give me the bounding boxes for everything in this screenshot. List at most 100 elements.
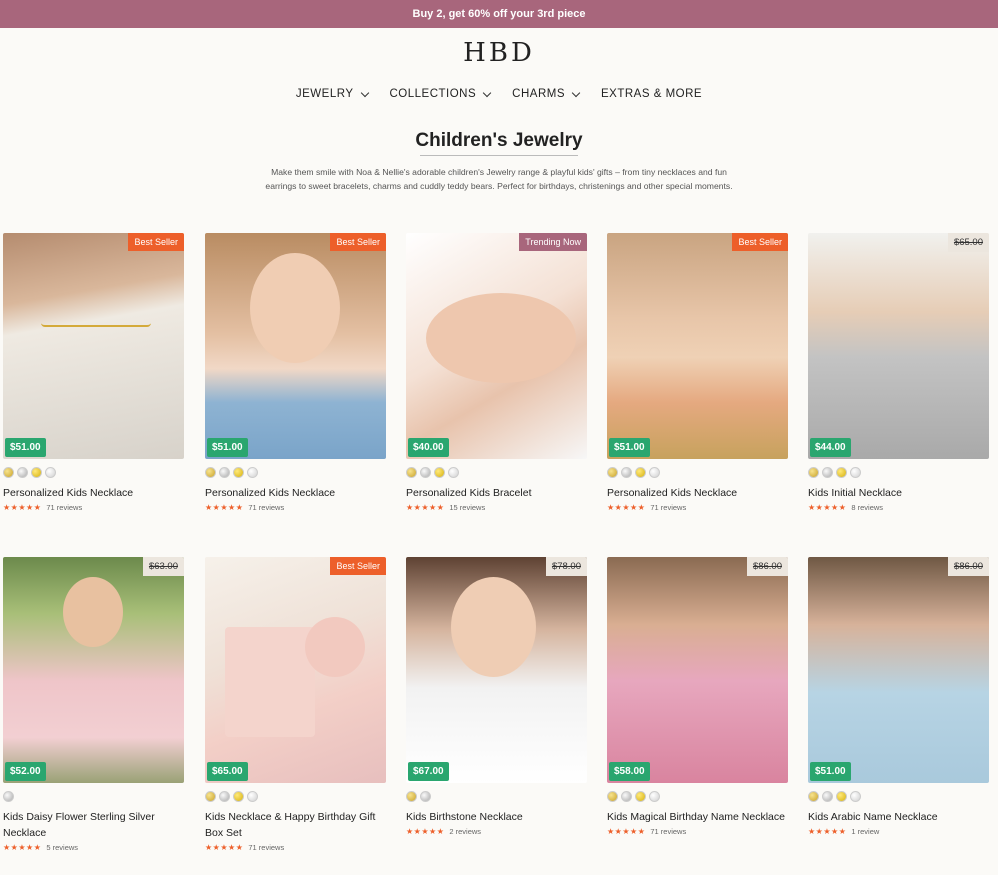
review-count[interactable]: 15 reviews	[449, 503, 485, 512]
swatch-gold[interactable]	[808, 467, 819, 478]
swatch-yellow[interactable]	[836, 791, 847, 802]
swatch-white[interactable]	[850, 791, 861, 802]
nav-charms[interactable]: CHARMS	[512, 88, 581, 100]
product-name[interactable]: Personalized Kids Necklace	[607, 485, 788, 501]
swatch-silver[interactable]	[621, 791, 632, 802]
swatch-white[interactable]	[448, 467, 459, 478]
swatch-gold[interactable]	[406, 791, 417, 802]
swatch-yellow[interactable]	[836, 467, 847, 478]
swatch-silver[interactable]	[219, 467, 230, 478]
product-name[interactable]: Kids Daisy Flower Sterling Silver Neckla…	[3, 809, 184, 841]
review-count[interactable]: 71 reviews	[248, 503, 284, 512]
nav-jewelry[interactable]: JEWELRY	[295, 88, 369, 100]
swatch-gold[interactable]	[205, 791, 216, 802]
swatch-yellow[interactable]	[233, 791, 244, 802]
product-card[interactable]: Best Seller $51.00 Personalized Kids Nec…	[3, 233, 184, 512]
review-count[interactable]: 5 reviews	[46, 843, 78, 852]
swatch-silver[interactable]	[822, 791, 833, 802]
product-image[interactable]: Best Seller $51.00	[205, 233, 386, 459]
review-count[interactable]: 8 reviews	[851, 503, 883, 512]
swatch-silver[interactable]	[420, 791, 431, 802]
product-name[interactable]: Kids Birthstone Necklace	[406, 809, 587, 825]
swatch-gold[interactable]	[808, 791, 819, 802]
swatch-silver[interactable]	[17, 467, 28, 478]
product-image[interactable]: Best Seller $51.00	[607, 233, 788, 459]
page-title: Children's Jewelry	[415, 130, 583, 151]
product-image[interactable]: $78.00 $67.00	[406, 557, 587, 783]
swatch-yellow[interactable]	[233, 467, 244, 478]
product-badge: Best Seller	[330, 557, 386, 575]
product-image[interactable]: $65.00 $44.00	[808, 233, 989, 459]
nav-jewelry-label: JEWELRY	[295, 88, 354, 100]
product-name[interactable]: Personalized Kids Bracelet	[406, 485, 587, 501]
swatch-white[interactable]	[649, 467, 660, 478]
review-count[interactable]: 71 reviews	[650, 827, 686, 836]
swatch-gold[interactable]	[3, 467, 14, 478]
product-card[interactable]: Best Seller $51.00 Personalized Kids Nec…	[205, 233, 386, 512]
swatch-gold[interactable]	[406, 467, 417, 478]
product-image[interactable]: Best Seller $65.00	[205, 557, 386, 783]
product-price: $51.00	[609, 438, 650, 457]
nav-collections[interactable]: COLLECTIONS	[390, 88, 492, 100]
product-name[interactable]: Personalized Kids Necklace	[205, 485, 386, 501]
swatch-silver[interactable]	[420, 467, 431, 478]
review-count[interactable]: 2 reviews	[449, 827, 481, 836]
review-count[interactable]: 1 review	[851, 827, 879, 836]
product-card[interactable]: $78.00 $67.00 Kids Birthstone Necklace ★…	[406, 557, 587, 836]
swatch-white[interactable]	[45, 467, 56, 478]
product-card[interactable]: $86.00 $58.00 Kids Magical Birthday Name…	[607, 557, 788, 836]
product-card[interactable]: Trending Now $40.00 Personalized Kids Br…	[406, 233, 587, 512]
product-image[interactable]: Trending Now $40.00	[406, 233, 587, 459]
swatch-gold[interactable]	[607, 791, 618, 802]
product-image[interactable]: $86.00 $58.00	[607, 557, 788, 783]
color-swatches	[607, 791, 788, 802]
swatch-silver[interactable]	[621, 467, 632, 478]
product-name[interactable]: Kids Necklace & Happy Birthday Gift Box …	[205, 809, 386, 841]
product-card[interactable]: Best Seller $51.00 Personalized Kids Nec…	[607, 233, 788, 512]
swatch-yellow[interactable]	[434, 467, 445, 478]
product-name[interactable]: Kids Initial Necklace	[808, 485, 989, 501]
product-name[interactable]: Kids Magical Birthday Name Necklace	[607, 809, 788, 825]
review-count[interactable]: 71 reviews	[46, 503, 82, 512]
nav-extras[interactable]: EXTRAS & MORE	[601, 88, 702, 100]
promo-banner[interactable]: Buy 2, get 60% off your 3rd piece	[0, 0, 998, 28]
product-price: $65.00	[207, 762, 248, 781]
product-card[interactable]: $65.00 $44.00 Kids Initial Necklace ★★★★…	[808, 233, 989, 512]
product-rating: ★★★★★ 71 reviews	[3, 503, 184, 512]
product-price: $52.00	[5, 762, 46, 781]
swatch-gold[interactable]	[205, 467, 216, 478]
product-price: $58.00	[609, 762, 650, 781]
swatch-silver[interactable]	[822, 467, 833, 478]
chevron-down-icon	[360, 88, 369, 97]
product-image[interactable]: $63.00 $52.00	[3, 557, 184, 783]
swatch-yellow[interactable]	[635, 467, 646, 478]
product-name[interactable]: Kids Arabic Name Necklace	[808, 809, 989, 825]
color-swatches	[808, 467, 989, 478]
swatch-white[interactable]	[247, 791, 258, 802]
swatch-white[interactable]	[247, 467, 258, 478]
site-logo[interactable]: HBD	[0, 38, 998, 68]
color-swatches	[205, 791, 386, 802]
swatch-silver[interactable]	[3, 791, 14, 802]
product-rating: ★★★★★ 71 reviews	[607, 503, 788, 512]
product-name[interactable]: Personalized Kids Necklace	[3, 485, 184, 501]
star-rating-icon: ★★★★★	[3, 843, 42, 852]
product-rating: ★★★★★ 71 reviews	[205, 843, 386, 852]
product-card[interactable]: $86.00 $51.00 Kids Arabic Name Necklace …	[808, 557, 989, 836]
product-card[interactable]: Best Seller $65.00 Kids Necklace & Happy…	[205, 557, 386, 852]
product-image[interactable]: $86.00 $51.00	[808, 557, 989, 783]
review-count[interactable]: 71 reviews	[248, 843, 284, 852]
swatch-white[interactable]	[649, 791, 660, 802]
product-price: $40.00	[408, 438, 449, 457]
swatch-white[interactable]	[850, 467, 861, 478]
product-price: $51.00	[810, 762, 851, 781]
page-intro: Make them smile with Noa & Nellie's ador…	[265, 167, 733, 191]
product-card[interactable]: $63.00 $52.00 Kids Daisy Flower Sterling…	[3, 557, 184, 852]
review-count[interactable]: 71 reviews	[650, 503, 686, 512]
swatch-gold[interactable]	[607, 467, 618, 478]
swatch-yellow[interactable]	[635, 791, 646, 802]
product-image[interactable]: Best Seller $51.00	[3, 233, 184, 459]
product-price: $44.00	[810, 438, 851, 457]
swatch-yellow[interactable]	[31, 467, 42, 478]
swatch-silver[interactable]	[219, 791, 230, 802]
